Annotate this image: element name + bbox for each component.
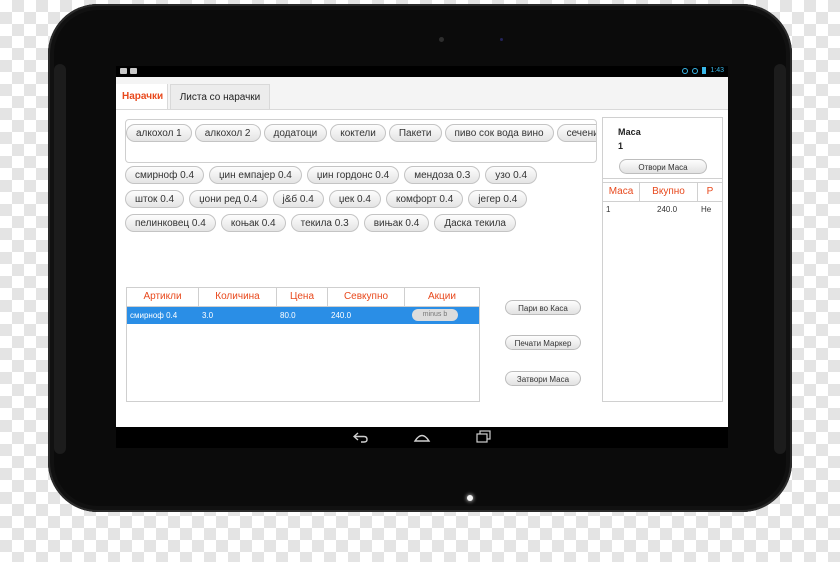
order-table-header: Артикли Количина Цена Севкупно Акции	[127, 288, 479, 307]
notification-icon	[120, 68, 127, 74]
tab-orders[interactable]: Наpачки	[116, 84, 168, 109]
order-table: Артикли Количина Цена Севкупно Акции сми…	[126, 287, 480, 402]
table-row[interactable]: смирноф 0.4 3.0 80.0 240.0 minus b	[127, 307, 479, 324]
cell-table: 1	[606, 205, 611, 214]
category-button[interactable]: пиво сок вода вино	[444, 124, 554, 142]
item-button[interactable]: комфорт 0.4	[385, 190, 464, 208]
tab-bar: Наpачки Листа со нарачки	[116, 77, 728, 110]
category-button[interactable]: коктели	[330, 124, 386, 142]
status-time: 1:43	[710, 67, 724, 74]
table-info: Маса 1 Отвори Маса	[603, 118, 722, 179]
recent-apps-icon[interactable]	[476, 430, 492, 444]
status-icons: 1:43	[682, 67, 724, 74]
category-button[interactable]: алкохол 1	[126, 124, 192, 142]
column-header: Маса	[603, 183, 640, 201]
close-table-button[interactable]: Затвори Маса	[505, 371, 581, 386]
table-row[interactable]: 1 240.0 Не	[603, 202, 722, 218]
column-header: Акции	[428, 291, 456, 302]
item-button[interactable]: смирноф 0.4	[125, 166, 205, 184]
status-bar: 1:43	[116, 66, 728, 77]
table-number: 1	[618, 141, 624, 151]
cell-price: 80.0	[280, 311, 296, 320]
notification-icon	[130, 68, 137, 74]
navigation-bar	[116, 427, 728, 448]
battery-icon	[702, 67, 707, 74]
open-table-button[interactable]: Отвори Маса	[619, 159, 707, 174]
column-header: Количина	[199, 288, 277, 306]
category-scroller[interactable]: алкохол 1 алкохол 2 додатоци коктели Пакети п…	[125, 119, 597, 163]
item-button[interactable]: вињак 0.4	[363, 214, 430, 232]
column-header: Артикли	[127, 288, 199, 306]
left-grip	[54, 64, 66, 454]
column-header: Р	[706, 186, 714, 197]
item-button[interactable]: текила 0.3	[290, 214, 359, 232]
item-button[interactable]: j&б 0.4	[272, 190, 324, 208]
item-button[interactable]: џони ред 0.4	[189, 190, 268, 208]
category-button[interactable]: сечени	[556, 124, 596, 142]
wifi-icon	[692, 67, 699, 74]
category-button[interactable]: Пакети	[388, 124, 442, 142]
item-button[interactable]: узо 0.4	[485, 166, 538, 184]
table-panel: Маса 1 Отвори Маса Маса Вкупно Р 1 240.0…	[602, 117, 723, 402]
minus-button[interactable]: minus b	[412, 309, 458, 321]
app-screen: 1:43 Наpачки Листа со нарачки алкохол 1а…	[116, 66, 728, 448]
cell-actions: minus b	[405, 307, 479, 324]
pay-button[interactable]: Пари во Каса	[505, 300, 581, 315]
notification-icons	[120, 68, 137, 74]
cell-flag: Не	[701, 205, 712, 214]
category-button[interactable]: алкохол 2	[194, 124, 261, 142]
item-button[interactable]: џин гордонс 0.4	[306, 166, 400, 184]
cell-total: 240.0	[331, 311, 352, 320]
item-grid: смирноф 0.4 џин емпајер 0.4 џин гордонс 0.…	[125, 166, 555, 238]
cell-total: 240.0	[657, 205, 678, 214]
item-button[interactable]: Даска текила	[434, 214, 516, 232]
item-button[interactable]: мендоза 0.3	[404, 166, 481, 184]
cell-quantity: 3.0	[202, 311, 214, 320]
column-header: Севкупно	[328, 288, 405, 306]
item-button[interactable]: пелинковец 0.4	[125, 214, 216, 232]
front-camera	[439, 37, 444, 42]
table-label: Маса	[618, 127, 641, 137]
tab-order-list[interactable]: Листа со нарачки	[170, 84, 270, 109]
item-button[interactable]: џек 0.4	[328, 190, 381, 208]
light-sensor	[500, 38, 503, 41]
item-button[interactable]: шток 0.4	[125, 190, 185, 208]
item-button[interactable]: џин емпајер 0.4	[209, 166, 302, 184]
column-header: Вкупно	[640, 183, 698, 201]
right-grip	[774, 64, 786, 454]
alarm-icon	[682, 67, 689, 74]
tables-header: Маса Вкупно Р	[603, 182, 722, 202]
print-marker-button[interactable]: Печати Маркер	[505, 335, 581, 350]
category-button[interactable]: додатоци	[263, 124, 328, 142]
item-button[interactable]: јегер 0.4	[468, 190, 528, 208]
column-header: Цена	[277, 288, 328, 306]
item-button[interactable]: коњак 0.4	[220, 214, 286, 232]
back-icon[interactable]	[353, 430, 369, 444]
notification-led	[467, 495, 473, 501]
home-icon[interactable]	[413, 430, 431, 444]
cell-article: смирноф 0.4	[130, 311, 178, 320]
